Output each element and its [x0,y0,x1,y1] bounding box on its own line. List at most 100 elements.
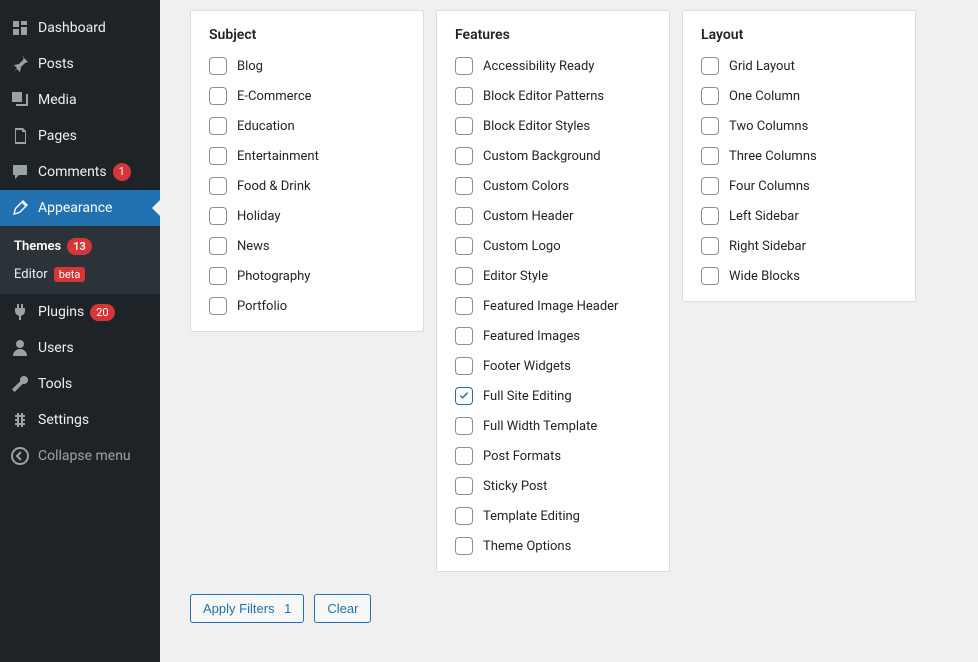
filter-checkbox-row[interactable]: Education [209,117,405,135]
filter-checkbox-label: Editor Style [483,269,548,284]
filter-checkbox-row[interactable]: Blog [209,57,405,75]
filter-panel-layout: Layout Grid Layout One Column Two Columns T… [682,10,916,302]
checkbox-icon [209,147,227,165]
filter-checkbox-row[interactable]: Editor Style [455,267,651,285]
appearance-icon [10,198,30,218]
sidebar-item-label: Dashboard [38,20,106,36]
filter-checkbox-row[interactable]: Custom Header [455,207,651,225]
filter-checkbox-row[interactable]: Custom Colors [455,177,651,195]
sidebar-item-posts[interactable]: Posts [0,46,160,82]
checkbox-icon [701,147,719,165]
filter-checkbox-label: Footer Widgets [483,359,571,374]
filter-checkbox-label: Food & Drink [237,179,311,194]
filter-checkbox-row[interactable]: Template Editing [455,507,651,525]
filter-checkbox-label: Featured Images [483,329,580,344]
filter-panel-title: Subject [209,27,405,43]
filter-checkbox-row[interactable]: Block Editor Styles [455,117,651,135]
editor-beta-badge: beta [54,267,86,282]
filter-checkbox-row[interactable]: Food & Drink [209,177,405,195]
filter-checkbox-row[interactable]: Portfolio [209,297,405,315]
submenu-item-themes[interactable]: Themes 13 [0,232,160,261]
sidebar-item-dashboard[interactable]: Dashboard [0,10,160,46]
sidebar-item-users[interactable]: Users [0,330,160,366]
filter-checkbox-row[interactable]: Featured Image Header [455,297,651,315]
filter-checkbox-row[interactable]: Footer Widgets [455,357,651,375]
collapse-label: Collapse menu [38,448,131,464]
apply-filters-button[interactable]: Apply Filters 1 [190,594,304,623]
filter-checkbox-row[interactable]: Entertainment [209,147,405,165]
filter-checkbox-row[interactable]: Post Formats [455,447,651,465]
filter-checkbox-label: Full Width Template [483,419,597,434]
filter-checkbox-label: Education [237,119,295,134]
sidebar-item-comments[interactable]: Comments 1 [0,154,160,190]
sidebar-item-label: Users [38,340,74,356]
filter-checkbox-row[interactable]: Grid Layout [701,57,897,75]
sidebar-item-media[interactable]: Media [0,82,160,118]
filter-checkbox-row[interactable]: Custom Logo [455,237,651,255]
filter-checkbox-row[interactable]: Accessibility Ready [455,57,651,75]
filter-checkbox-label: Two Columns [729,119,808,134]
filter-checkbox-row[interactable]: Full Width Template [455,417,651,435]
filter-checkbox-row[interactable]: Left Sidebar [701,207,897,225]
checkbox-icon [701,207,719,225]
filter-checkbox-row[interactable]: Featured Images [455,327,651,345]
checkbox-icon [455,57,473,75]
collapse-menu[interactable]: Collapse menu [0,438,160,474]
filter-checkbox-label: Full Site Editing [483,389,572,404]
filter-checkbox-row[interactable]: Custom Background [455,147,651,165]
clear-filters-label: Clear [327,601,358,616]
sidebar-item-plugins[interactable]: Plugins 20 [0,294,160,330]
apply-filters-count: 1 [284,601,291,616]
filter-checkbox-row[interactable]: Right Sidebar [701,237,897,255]
checkbox-icon [455,297,473,315]
clear-filters-button[interactable]: Clear [314,594,371,623]
filter-checkbox-label: Three Columns [729,149,817,164]
filter-panel-title: Layout [701,27,897,43]
submenu-item-label: Editor [14,267,48,282]
checkbox-icon [455,177,473,195]
collapse-icon [10,446,30,466]
checkbox-icon [455,507,473,525]
filter-checkbox-row[interactable]: Theme Options [455,537,651,555]
filter-checkbox-row[interactable]: Sticky Post [455,477,651,495]
filter-checkbox-label: Block Editor Patterns [483,89,604,104]
checkbox-icon [455,117,473,135]
admin-sidebar: Dashboard Posts Media Pages Comments 1 A… [0,0,160,662]
filter-checkbox-row[interactable]: Full Site Editing [455,387,651,405]
sidebar-item-pages[interactable]: Pages [0,118,160,154]
filter-checkbox-label: Right Sidebar [729,239,806,254]
filter-checkbox-label: Custom Logo [483,239,561,254]
checkbox-icon [209,297,227,315]
sidebar-item-label: Appearance [38,200,112,216]
sidebar-item-label: Settings [38,412,89,428]
submenu-item-editor[interactable]: Editor beta [0,261,160,288]
sidebar-item-tools[interactable]: Tools [0,366,160,402]
sidebar-item-label: Comments [38,164,107,180]
filter-checkbox-row[interactable]: Photography [209,267,405,285]
filter-checkbox-row[interactable]: Two Columns [701,117,897,135]
filter-checkbox-row[interactable]: Holiday [209,207,405,225]
sidebar-item-settings[interactable]: Settings [0,402,160,438]
filter-checkbox-row[interactable]: News [209,237,405,255]
filter-panels-row: Subject Blog E-Commerce Education Entertain… [190,10,958,572]
sidebar-item-label: Posts [38,56,74,72]
filter-checkbox-row[interactable]: Block Editor Patterns [455,87,651,105]
plugins-icon [10,302,30,322]
filter-checkbox-row[interactable]: E-Commerce [209,87,405,105]
content-area: Subject Blog E-Commerce Education Entertain… [160,0,978,662]
sidebar-item-label: Media [38,92,77,108]
filter-checkbox-row[interactable]: Three Columns [701,147,897,165]
filter-checkbox-label: Left Sidebar [729,209,799,224]
checkbox-icon [455,537,473,555]
sidebar-item-appearance[interactable]: Appearance [0,190,160,226]
filter-checkbox-row[interactable]: Four Columns [701,177,897,195]
plugins-badge: 20 [90,304,114,321]
filter-checkbox-label: Custom Background [483,149,601,164]
filter-checkbox-row[interactable]: One Column [701,87,897,105]
filter-checkbox-label: Photography [237,269,310,284]
sidebar-item-label: Plugins [38,304,84,320]
submenu-item-label: Themes [14,239,61,254]
checkbox-icon [701,177,719,195]
filter-checkbox-label: Block Editor Styles [483,119,590,134]
filter-checkbox-row[interactable]: Wide Blocks [701,267,897,285]
